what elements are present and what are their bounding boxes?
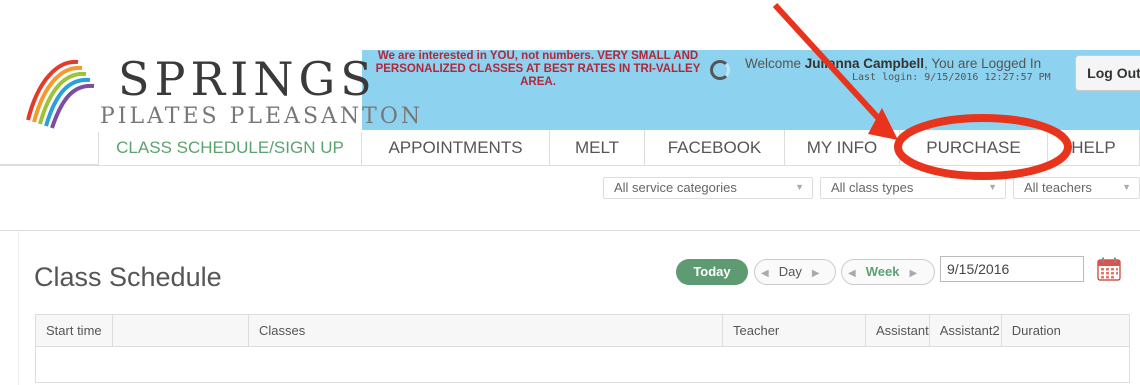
tab-appointments[interactable]: APPOINTMENTS: [362, 130, 550, 166]
next-arrow-icon[interactable]: ▶: [903, 268, 923, 279]
class-type-value: All class types: [831, 180, 914, 195]
page-title: Class Schedule: [34, 262, 222, 292]
welcome-prefix: Welcome: [745, 56, 805, 71]
loading-spinner-icon: [710, 60, 730, 80]
class-type-select[interactable]: All class types ▼: [820, 177, 1006, 199]
table-row: [35, 346, 1130, 383]
schedule-table: Start time Classes Teacher Assistant Ass…: [35, 314, 1131, 383]
next-arrow-icon[interactable]: ▶: [806, 268, 826, 279]
day-view-toggle[interactable]: ◀ Day ▶: [754, 259, 836, 285]
logo-name: SPRINGS: [118, 52, 377, 106]
logo[interactable]: SPRINGS PILATES PLEASANTON: [18, 50, 420, 132]
calendar-icon[interactable]: [1097, 257, 1121, 281]
tab-purchase[interactable]: PURCHASE: [900, 130, 1048, 166]
main-nav-tabs: CLASS SCHEDULE/SIGN UP APPOINTMENTS MELT…: [0, 130, 1140, 166]
date-field[interactable]: [940, 256, 1084, 282]
service-category-value: All service categories: [614, 180, 737, 195]
chevron-down-icon: ▼: [1122, 182, 1131, 192]
tab-spacer: [0, 130, 98, 165]
teacher-value: All teachers: [1024, 180, 1092, 195]
col-classes[interactable]: Classes: [248, 314, 723, 347]
prev-arrow-icon[interactable]: ◀: [842, 268, 862, 279]
chevron-down-icon: ▼: [795, 182, 804, 192]
week-label: Week: [865, 264, 900, 279]
prev-arrow-icon[interactable]: ◀: [755, 268, 775, 279]
col-assistant2[interactable]: Assistant2: [928, 314, 1002, 347]
today-button[interactable]: Today: [676, 259, 748, 285]
week-view-toggle[interactable]: ◀ Week ▶: [841, 259, 935, 285]
table-cell-empty: [35, 346, 1130, 383]
tab-facebook[interactable]: FACEBOOK: [645, 130, 785, 166]
chevron-down-icon: ▼: [988, 182, 997, 192]
logo-subtitle: PILATES PLEASANTON: [100, 104, 424, 129]
service-category-select[interactable]: All service categories ▼: [603, 177, 813, 199]
col-start-time[interactable]: Start time: [35, 314, 113, 347]
tab-melt[interactable]: MELT: [550, 130, 645, 166]
tagline-text: We are interested in YOU, not numbers. V…: [375, 50, 701, 88]
day-label: Day: [778, 264, 802, 279]
tab-help[interactable]: HELP: [1048, 130, 1140, 166]
tab-class-schedule[interactable]: CLASS SCHEDULE/SIGN UP: [98, 130, 362, 166]
teacher-select[interactable]: All teachers ▼: [1013, 177, 1140, 199]
last-login: Last login: 9/15/2016 12:27:57 PM: [852, 72, 1051, 83]
welcome-message: Welcome Julianna Campbell, You are Logge…: [745, 56, 1041, 71]
col-teacher[interactable]: Teacher: [722, 314, 866, 347]
col-assistant[interactable]: Assistant: [865, 314, 930, 347]
swirl-logo-icon: [26, 59, 95, 129]
logout-button[interactable]: Log Out: [1075, 55, 1140, 91]
col-duration[interactable]: Duration: [1000, 314, 1131, 347]
tab-my-info[interactable]: MY INFO: [785, 130, 900, 166]
table-header-row: Start time Classes Teacher Assistant Ass…: [35, 314, 1131, 347]
welcome-suffix: , You are Logged In: [924, 56, 1042, 71]
col-blank: [112, 314, 249, 347]
user-name: Julianna Campbell: [804, 56, 925, 71]
